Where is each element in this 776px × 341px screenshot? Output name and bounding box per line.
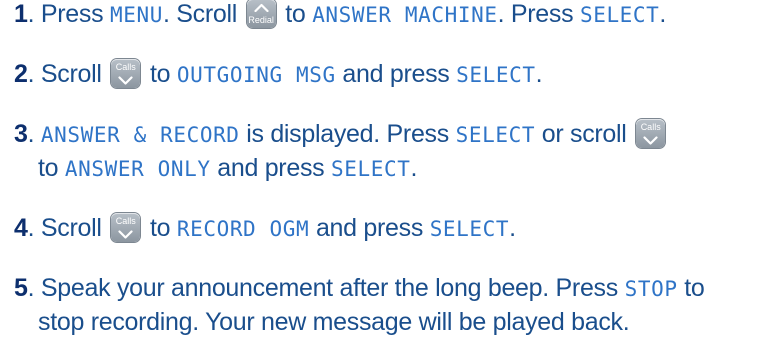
step-text: Speak your announcement after the long b… xyxy=(40,274,618,302)
step-number: 1 xyxy=(14,0,28,28)
step-5: 5. Speak your announcement after the lon… xyxy=(14,271,770,306)
step-punct: . xyxy=(27,0,41,28)
display-text-select: SELECT xyxy=(429,217,510,241)
step-text: and press xyxy=(342,60,450,88)
step-text: Press xyxy=(510,0,574,28)
display-text-stop: STOP xyxy=(624,277,678,301)
display-text-select: SELECT xyxy=(579,3,660,27)
step-text: to xyxy=(149,214,171,242)
step-punct: . xyxy=(162,0,177,28)
chevron-down-icon xyxy=(118,230,133,239)
step-number: 3 xyxy=(14,120,28,148)
chevron-down-icon xyxy=(643,136,658,145)
step-text: Scroll xyxy=(40,214,102,242)
step-text: and press xyxy=(217,154,325,182)
step-text: Press xyxy=(40,0,104,28)
step-text: to xyxy=(149,60,171,88)
display-text-select: SELECT xyxy=(331,157,411,181)
display-text-select: SELECT xyxy=(455,123,536,147)
display-text-answer-record: ANSWER & RECORD xyxy=(40,123,240,147)
redial-key-icon: Redial xyxy=(246,0,276,28)
step-number: 4 xyxy=(14,214,28,242)
step-text: or scroll xyxy=(541,120,627,148)
step-number: 5 xyxy=(14,274,28,302)
step-text: and press xyxy=(315,214,424,242)
step-punct: . xyxy=(497,0,511,28)
display-text-record-ogm: RECORD OGM xyxy=(176,217,310,241)
chevron-up-icon xyxy=(254,3,269,12)
instruction-steps: 1. Press MENU. Scroll Redial to ANSWER M… xyxy=(0,0,776,341)
step-3: 3. ANSWER & RECORD is displayed. Press S… xyxy=(14,117,770,152)
key-label: Redial xyxy=(248,15,274,25)
step-number: 2 xyxy=(14,60,28,88)
key-label: Calls xyxy=(115,216,136,226)
calls-key-icon: Calls xyxy=(111,59,141,88)
step-punct: . xyxy=(410,154,418,182)
step-text: Scroll xyxy=(176,0,237,28)
calls-key-icon: Calls xyxy=(636,119,666,148)
step-punct: . xyxy=(509,214,516,242)
step-5-continued: stop recording. Your new message will be… xyxy=(38,305,770,339)
step-text: is displayed. Press xyxy=(246,120,449,148)
step-text: stop recording. Your new message will be… xyxy=(38,308,630,336)
display-text-answer-only: ANSWER ONLY xyxy=(64,157,211,181)
step-text: to xyxy=(285,0,306,28)
display-text-outgoing-msg: OUTGOING MSG xyxy=(176,63,336,87)
step-text: to xyxy=(38,154,59,182)
step-punct: . xyxy=(535,60,543,88)
step-1: 1. Press MENU. Scroll Redial to ANSWER M… xyxy=(14,0,770,32)
step-punct: . xyxy=(27,120,41,148)
key-label: Calls xyxy=(115,62,136,72)
step-punct: . xyxy=(659,0,667,28)
calls-key-icon: Calls xyxy=(111,213,141,242)
key-label: Calls xyxy=(640,122,661,132)
display-text-menu: MENU xyxy=(109,3,163,27)
display-text-select: SELECT xyxy=(456,63,536,87)
step-punct: . xyxy=(27,60,41,88)
step-text: Scroll xyxy=(40,60,102,88)
display-text-answer-machine: ANSWER MACHINE xyxy=(312,3,498,27)
chevron-down-icon xyxy=(118,76,133,85)
step-punct: . xyxy=(27,214,41,242)
step-text: to xyxy=(684,274,705,302)
step-punct: . xyxy=(27,274,41,302)
step-2: 2. Scroll Calls to OUTGOING MSG and pres… xyxy=(14,57,770,92)
step-4: 4. Scroll Calls to RECORD OGM and press … xyxy=(14,211,770,246)
step-3-continued: to ANSWER ONLY and press SELECT. xyxy=(38,151,770,186)
